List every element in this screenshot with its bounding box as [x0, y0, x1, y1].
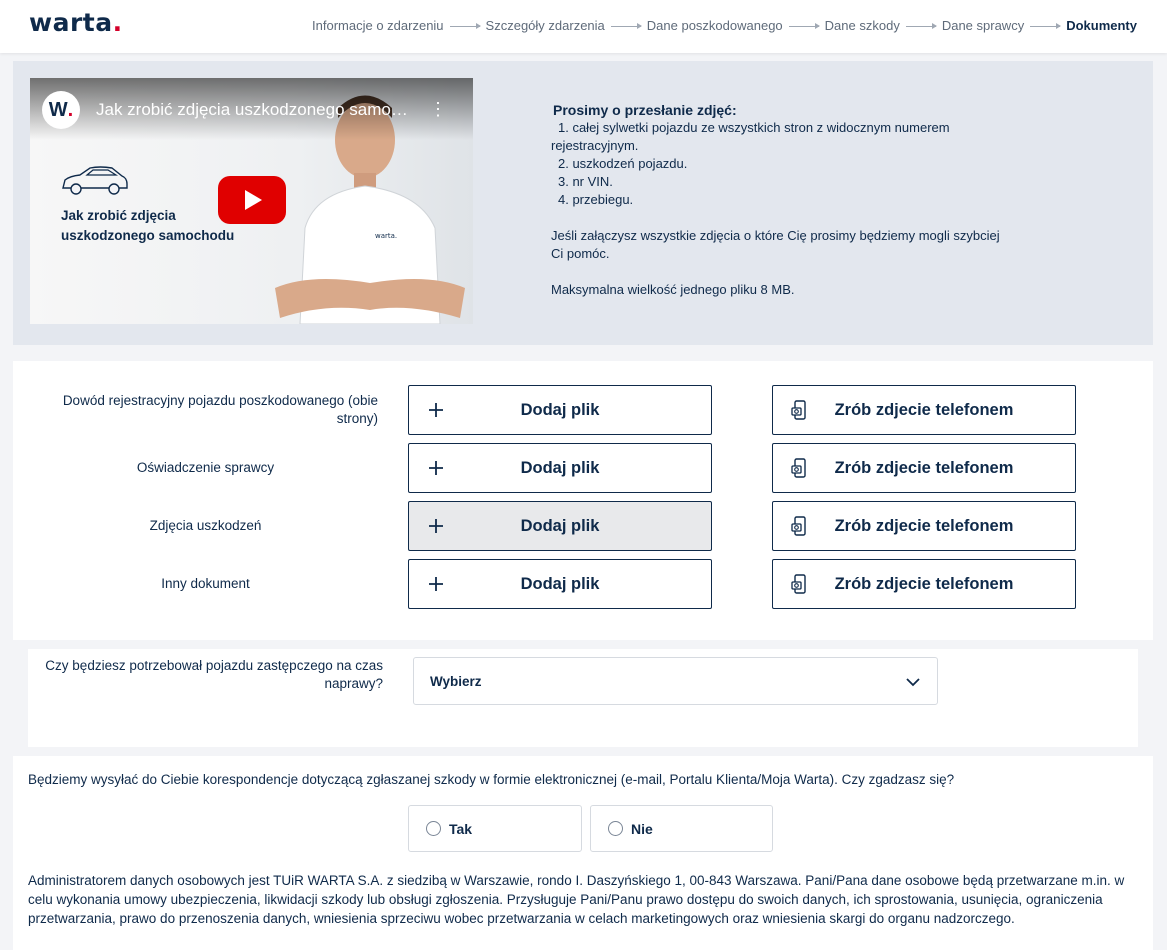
step-arrow-icon	[610, 23, 642, 29]
warta-logo[interactable]: warta.	[29, 8, 123, 37]
add-file-label: Dodaj plik	[520, 400, 600, 419]
add-file-button[interactable]: Dodaj plik	[408, 385, 712, 435]
correspondence-question: Będziemy wysyłać do Ciebie korespondencj…	[28, 772, 955, 787]
step-dane-szkody[interactable]: Dane szkody	[825, 18, 900, 33]
phone-camera-icon	[789, 573, 811, 595]
video-title[interactable]: Jak zrobić zdjęcia uszkodzonego samochod…	[96, 100, 416, 120]
note-text: Jeśli załączysz wszystkie zdjęcia o któr…	[551, 228, 1000, 243]
take-photo-button[interactable]: Zrób zdjecie telefonem	[772, 385, 1076, 435]
channel-logo-letter: W	[48, 98, 68, 121]
add-file-label: Dodaj plik	[520, 516, 600, 535]
add-file-button[interactable]: Dodaj plik	[408, 501, 712, 551]
logo-dot: .	[112, 8, 123, 37]
instruction-item: 1. całej sylwetki pojazdu ze wszystkich …	[558, 120, 950, 135]
upload-label: Inny dokument	[161, 576, 250, 591]
note-text: Ci pomóc.	[551, 246, 610, 261]
plus-icon	[425, 573, 447, 595]
top-header: warta. Informacje o zdarzeniu Szczegóły …	[0, 0, 1167, 53]
radio-button[interactable]	[608, 821, 623, 836]
phone-camera-icon	[789, 399, 811, 421]
instruction-item: 3. nr VIN.	[558, 174, 613, 189]
step-arrow-icon	[1030, 23, 1062, 29]
plus-icon	[425, 399, 447, 421]
max-file-size: Maksymalna wielkość jednego pliku 8 MB.	[551, 282, 795, 297]
photo-instructions: Prosimy o przesłanie zdjęć: 1. całej syl…	[551, 101, 1051, 299]
replacement-vehicle-select[interactable]: Wybierz	[413, 657, 938, 705]
upload-label: Oświadczenie sprawcy	[136, 460, 275, 475]
upload-label: Dowód rejestracyjny pojazdu poszkodowane…	[62, 393, 378, 426]
upload-section: Dowód rejestracyjny pojazdu poszkodowane…	[13, 361, 1153, 640]
plus-icon	[425, 457, 447, 479]
instruction-item: 2. uszkodzeń pojazdu.	[558, 156, 688, 171]
upload-label: Zdjęcia uszkodzeń	[149, 518, 262, 533]
step-arrow-icon	[788, 23, 820, 29]
plus-icon	[425, 515, 447, 537]
replacement-vehicle-label: Czy będziesz potrzebował pojazdu zastępc…	[45, 658, 383, 691]
step-dane-sprawcy[interactable]: Dane sprawcy	[942, 18, 1024, 33]
channel-logo-dot: .	[67, 98, 74, 121]
take-photo-label: Zrób zdjecie telefonem	[834, 458, 1014, 477]
video-caption-line: uszkodzonego samochodu	[61, 228, 235, 243]
upload-row: Zdjęcia uszkodzeń Dodaj plik Zrób zdjeci…	[13, 501, 1153, 551]
svg-text:warta.: warta.	[375, 232, 397, 240]
phone-camera-icon	[789, 515, 811, 537]
instruction-item: 4. przebiegu.	[558, 192, 634, 207]
replacement-vehicle-section: Czy będziesz potrzebował pojazdu zastępc…	[28, 649, 1138, 747]
take-photo-button[interactable]: Zrób zdjecie telefonem	[772, 559, 1076, 609]
step-arrow-icon	[905, 23, 937, 29]
chevron-down-icon	[906, 678, 920, 687]
instruction-item-wrap: rejestracyjnym.	[551, 138, 639, 153]
radio-button[interactable]	[426, 821, 441, 836]
video-player[interactable]: warta. W. Jak zrobić zdjęcia uszkodzoneg…	[30, 78, 473, 324]
upload-row: Inny dokument Dodaj plik Zrób zdjecie te…	[13, 559, 1153, 609]
consent-yes-label: Tak	[449, 820, 473, 837]
consent-no-label: Nie	[631, 820, 653, 837]
phone-camera-icon	[789, 457, 811, 479]
add-file-button[interactable]: Dodaj plik	[408, 559, 712, 609]
progress-steps: Informacje o zdarzeniu Szczegóły zdarzen…	[312, 18, 1137, 33]
take-photo-label: Zrób zdjecie telefonem	[834, 574, 1014, 593]
car-icon	[62, 166, 128, 195]
consent-yes-option[interactable]: Tak	[408, 805, 582, 852]
consent-no-option[interactable]: Nie	[590, 805, 773, 852]
instructions-panel: warta. W. Jak zrobić zdjęcia uszkodzoneg…	[13, 61, 1153, 345]
select-value: Wybierz	[430, 673, 482, 689]
logo-text: warta	[29, 8, 113, 37]
step-arrow-icon	[449, 23, 481, 29]
take-photo-label: Zrób zdjecie telefonem	[834, 516, 1014, 535]
step-dokumenty[interactable]: Dokumenty	[1066, 18, 1137, 33]
take-photo-label: Zrób zdjecie telefonem	[834, 400, 1014, 419]
take-photo-button[interactable]: Zrób zdjecie telefonem	[772, 501, 1076, 551]
add-file-button[interactable]: Dodaj plik	[408, 443, 712, 493]
step-informacje[interactable]: Informacje o zdarzeniu	[312, 18, 444, 33]
step-dane-poszkodowanego[interactable]: Dane poszkodowanego	[647, 18, 783, 33]
upload-row: Oświadczenie sprawcy Dodaj plik Zrób zdj…	[13, 443, 1153, 493]
add-file-label: Dodaj plik	[520, 458, 600, 477]
gdpr-notice: Administratorem danych osobowych jest TU…	[28, 873, 1125, 926]
add-file-label: Dodaj plik	[520, 574, 600, 593]
channel-avatar[interactable]: W.	[42, 91, 80, 129]
upload-row: Dowód rejestracyjny pojazdu poszkodowane…	[13, 385, 1153, 435]
correspondence-section: Będziemy wysyłać do Ciebie korespondencj…	[13, 756, 1153, 950]
instructions-heading: Prosimy o przesłanie zdjęć:	[553, 102, 737, 118]
take-photo-button[interactable]: Zrób zdjecie telefonem	[772, 443, 1076, 493]
play-icon[interactable]	[218, 176, 286, 224]
step-szczegoly[interactable]: Szczegóły zdarzenia	[486, 18, 605, 33]
more-vert-icon[interactable]: ⋮	[429, 100, 447, 118]
